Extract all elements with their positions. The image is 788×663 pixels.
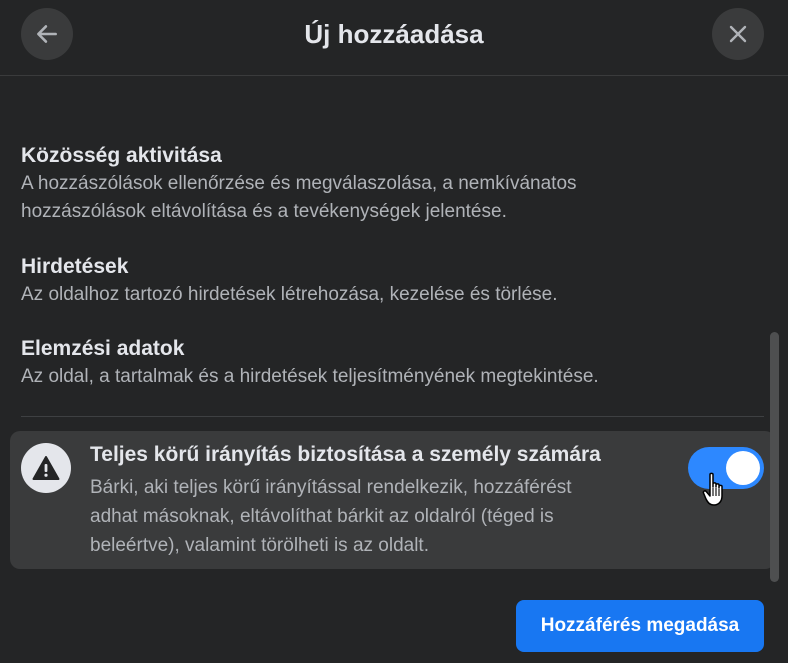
add-new-dialog: Új hozzáadása Közösség aktivitása A hozz… xyxy=(0,0,788,663)
warning-icon xyxy=(32,456,60,480)
permission-title: Hirdetések xyxy=(21,255,129,278)
permission-community-activity: Közösség aktivitása A hozzászólások elle… xyxy=(21,142,577,226)
full-control-description-line: beleértve), valamint törölheti is az old… xyxy=(90,535,429,556)
permission-description-line: Az oldalhoz tartozó hirdetések létrehozá… xyxy=(21,284,558,305)
full-control-description-line: adhat másoknak, eltávolíthat bárkit az o… xyxy=(90,506,554,527)
permission-title: Elemzési adatok xyxy=(21,337,185,360)
scrollbar[interactable] xyxy=(770,332,779,582)
full-control-title: Teljes körű irányítás biztosítása a szem… xyxy=(90,443,601,466)
full-control-description-line: Bárki, aki teljes körű irányítással rend… xyxy=(90,477,572,498)
full-control-panel: Teljes körű irányítás biztosítása a szem… xyxy=(10,431,775,569)
permission-description-line: hozzászólások eltávolítása és a tevékeny… xyxy=(21,201,507,222)
divider xyxy=(21,416,764,417)
grant-access-button[interactable]: Hozzáférés megadása xyxy=(516,600,764,652)
dialog-title: Új hozzáadása xyxy=(304,18,484,49)
full-control-description: Bárki, aki teljes körű irányítással rend… xyxy=(90,473,670,560)
toggle-knob xyxy=(726,451,760,485)
hand-pointer-icon xyxy=(702,472,730,513)
close-button[interactable] xyxy=(712,8,764,60)
permission-title: Közösség aktivitása xyxy=(21,144,222,167)
permission-ads: Hirdetések Az oldalhoz tartozó hirdetése… xyxy=(21,253,558,309)
permission-insights: Elemzési adatok Az oldal, a tartalmak és… xyxy=(21,335,599,391)
permission-description-line: A hozzászólások ellenőrzése és megválasz… xyxy=(21,173,577,194)
dialog-header: Új hozzáadása xyxy=(0,0,788,76)
close-icon xyxy=(729,25,747,43)
permission-description-line: Az oldal, a tartalmak és a hirdetések te… xyxy=(21,366,599,387)
warning-badge xyxy=(21,443,71,493)
